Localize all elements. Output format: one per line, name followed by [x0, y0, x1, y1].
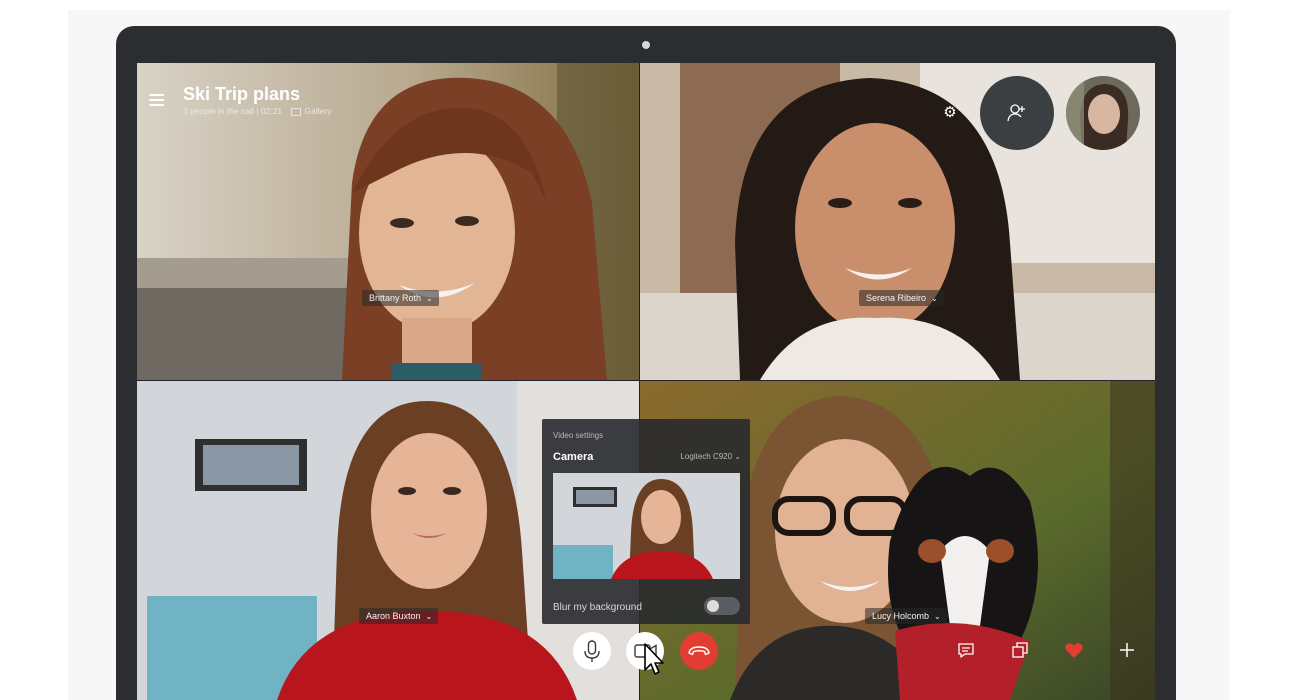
chevron-down-icon: ⌄: [732, 452, 741, 461]
camera-device-dropdown[interactable]: Logitech C920 ⌄: [680, 452, 741, 461]
call-status: 3 people in the call | 02:21 Gallery: [183, 106, 331, 116]
participant-name-tag[interactable]: Brittany Roth ⌄: [362, 290, 439, 306]
share-screen-button[interactable]: [1007, 637, 1033, 663]
microphone-icon: [584, 640, 600, 662]
gallery-icon[interactable]: [290, 107, 301, 116]
chat-icon: [958, 643, 974, 658]
more-options-button[interactable]: [1114, 637, 1140, 663]
add-person-icon: [1007, 104, 1025, 122]
participant-name-tag[interactable]: Lucy Holcomb ⌄: [865, 608, 947, 624]
participant-name: Brittany Roth: [369, 293, 422, 303]
camera-preview: [553, 473, 740, 579]
chevron-down-icon: ⌄: [931, 294, 938, 303]
chevron-down-icon: ⌄: [425, 612, 433, 621]
webcam-dot: [642, 41, 650, 49]
heart-icon: [1065, 643, 1083, 658]
self-video: [1066, 76, 1140, 150]
chat-button[interactable]: [953, 637, 979, 663]
self-view-avatar[interactable]: [1066, 76, 1140, 150]
chevron-down-icon: ⌄: [426, 294, 433, 303]
call-title: Ski Trip plans: [183, 84, 301, 104]
view-mode-label[interactable]: Gallery: [305, 106, 332, 116]
hang-up-icon: [688, 646, 710, 656]
share-screen-icon: [1012, 642, 1028, 658]
call-header: Ski Trip plans 3 people in the call | 02…: [137, 63, 537, 133]
react-button[interactable]: [1061, 637, 1087, 663]
participant-count: 3 people in the call: [183, 106, 254, 116]
end-call-button[interactable]: [680, 632, 718, 670]
camera-label: Camera: [553, 451, 594, 463]
add-people-button[interactable]: [980, 76, 1054, 150]
hamburger-menu-icon[interactable]: [149, 94, 164, 106]
separator: |: [256, 106, 259, 116]
video-settings-panel: Video settings Camera Logitech C920 ⌄ Bl…: [542, 419, 750, 624]
video-settings-heading: Video settings: [553, 431, 604, 440]
chevron-down-icon: ⌄: [934, 612, 941, 621]
blur-background-label: Blur my background: [553, 602, 642, 613]
camera-device-name: Logitech C920: [680, 452, 733, 461]
camera-preview-image: [553, 473, 740, 579]
participant-name-tag[interactable]: Aaron Buxton ⌄: [359, 608, 439, 624]
participant-name: Serena Ribeiro: [866, 293, 927, 303]
mute-button[interactable]: [573, 632, 611, 670]
mouse-pointer-icon: [644, 643, 664, 675]
participant-name: Lucy Holcomb: [872, 611, 930, 621]
plus-icon: [1120, 643, 1134, 657]
call-duration: 02:21: [260, 106, 283, 116]
call-window: Brittany Roth ⌄ Serena Ribeiro ⌄ Aaron B…: [137, 63, 1155, 700]
toggle-knob: [707, 600, 719, 612]
participant-name-tag[interactable]: Serena Ribeiro ⌄: [859, 290, 944, 306]
blur-background-toggle[interactable]: [704, 597, 740, 615]
gear-icon[interactable]: ⚙: [941, 104, 959, 122]
participant-name: Aaron Buxton: [366, 611, 421, 621]
